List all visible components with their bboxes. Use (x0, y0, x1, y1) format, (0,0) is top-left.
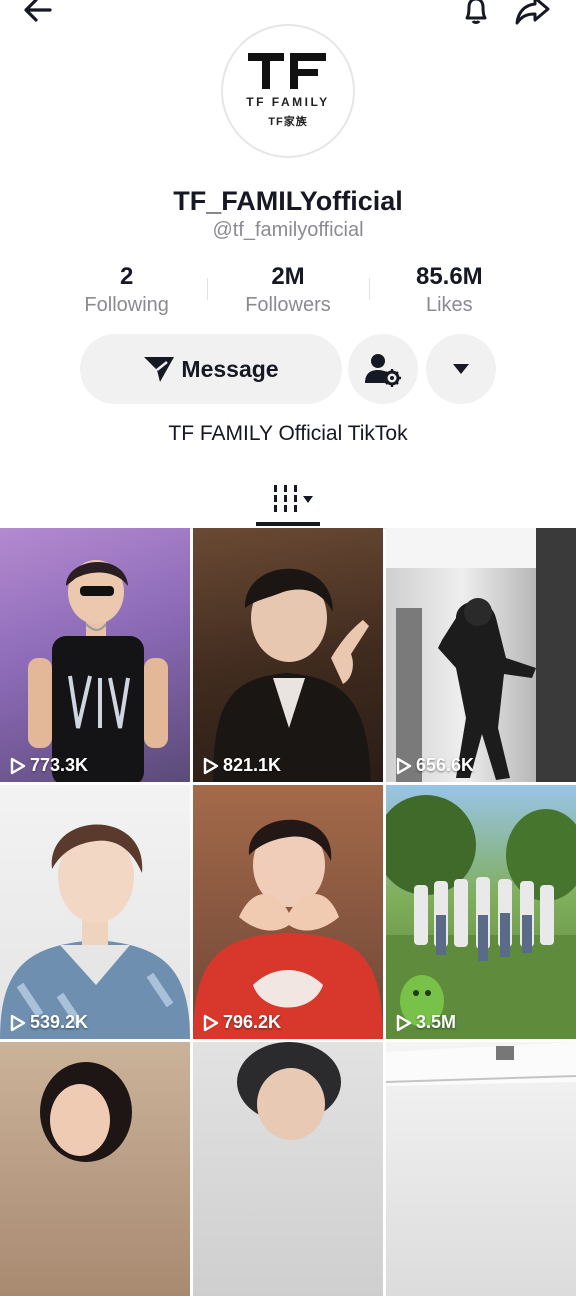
video-thumbnail[interactable]: 773.3K (0, 528, 190, 782)
message-button[interactable]: Message (80, 334, 342, 404)
view-count-value: 539.2K (30, 1012, 89, 1032)
message-button-label: Message (181, 355, 279, 382)
send-icon (144, 357, 175, 382)
view-count: 796.2K (203, 1012, 281, 1033)
more-options-button[interactable] (426, 334, 496, 404)
tab-videos[interactable] (266, 480, 320, 518)
view-count-value: 3.5M (416, 1012, 457, 1032)
view-count-value: 773.3K (30, 755, 89, 775)
video-thumbnail-image (386, 1042, 576, 1086)
view-count-value: 821.1K (223, 755, 282, 775)
play-icon (396, 757, 412, 774)
display-name: TF_FAMILYofficial (173, 186, 403, 216)
avatar[interactable]: TF FAMILY TF家族 (221, 24, 355, 158)
bell-icon[interactable] (456, 0, 496, 30)
stat-followers[interactable]: 2M Followers (207, 262, 368, 322)
video-thumbnail[interactable] (386, 1042, 576, 1296)
arrow-left-icon[interactable] (18, 0, 58, 30)
stat-label: Likes (425, 294, 473, 316)
stat-label: Followers (245, 294, 331, 316)
stat-following[interactable]: 2 Following (46, 262, 207, 322)
video-thumbnail-image (0, 824, 190, 1039)
video-thumbnail-image (40, 1062, 132, 1162)
stat-value: 2 (119, 263, 134, 290)
play-icon (203, 1014, 219, 1031)
play-icon (396, 1014, 412, 1031)
video-thumbnail-image (193, 819, 383, 1039)
view-count: 773.3K (10, 755, 88, 776)
play-icon (10, 757, 26, 774)
stat-value: 2M (271, 263, 305, 290)
play-icon (10, 1014, 26, 1031)
video-thumbnail-image (28, 560, 168, 782)
view-count-value: 796.2K (223, 1012, 282, 1032)
video-thumbnail[interactable]: 539.2K (0, 785, 190, 1039)
video-thumbnail[interactable]: 796.2K (193, 785, 383, 1039)
profile-stats: 2 Following 2M Followers 85.6M Likes (46, 262, 530, 322)
share-icon[interactable] (512, 0, 552, 30)
profile-actions: Message (80, 334, 496, 404)
view-count: 539.2K (10, 1012, 88, 1033)
video-grid-icon (274, 485, 297, 512)
username-handle: @tf_familyofficial (212, 219, 364, 241)
caret-down-icon (453, 364, 469, 374)
view-count: 3.5M (396, 1012, 456, 1033)
caret-down-icon (303, 495, 313, 503)
video-thumbnail-image (386, 795, 576, 1039)
video-thumbnail[interactable] (193, 1042, 383, 1296)
play-icon (203, 757, 219, 774)
person-settings-icon (365, 354, 401, 387)
video-thumbnail[interactable]: 656.6K (386, 528, 576, 782)
tf-logo-mark (248, 53, 326, 89)
video-thumbnail-image (237, 1042, 341, 1140)
logo-brand-cn-text: TF家族 (268, 116, 308, 128)
content-tab-bar (0, 474, 576, 529)
view-count: 821.1K (203, 755, 281, 776)
logo-brand-text: TF FAMILY (246, 95, 330, 109)
stat-label: Following (84, 294, 169, 316)
profile-bio: TF FAMILY Official TikTok (168, 422, 408, 445)
follow-settings-button[interactable] (348, 334, 418, 404)
view-count-value: 656.6K (416, 755, 475, 775)
video-thumbnail[interactable]: 3.5M (386, 785, 576, 1039)
stat-value: 85.6M (415, 263, 483, 290)
stat-likes[interactable]: 85.6M Likes (368, 262, 530, 322)
video-thumbnail-image (213, 568, 371, 782)
video-thumbnail[interactable]: 821.1K (193, 528, 383, 782)
active-tab-indicator (256, 522, 320, 526)
view-count: 656.6K (396, 755, 474, 776)
video-thumbnail[interactable] (0, 1042, 190, 1296)
video-thumbnail-image (386, 528, 576, 782)
